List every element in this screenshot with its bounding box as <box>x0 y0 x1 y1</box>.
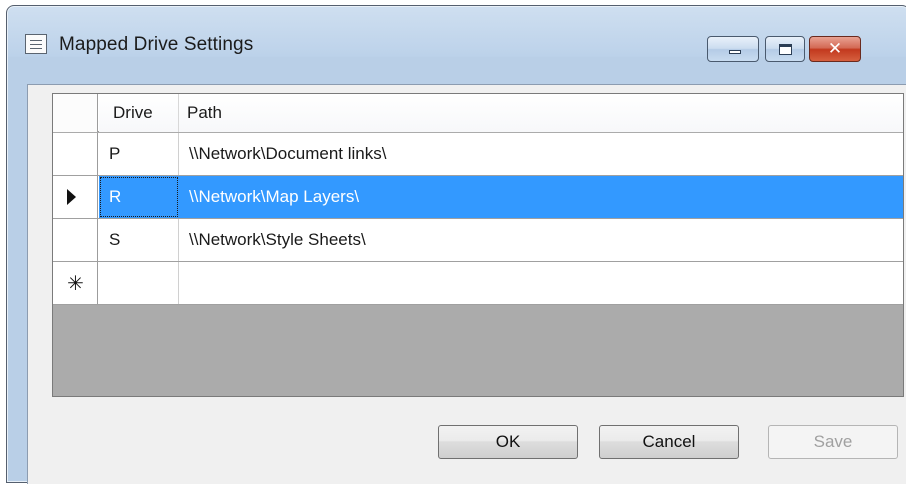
table-row-selected[interactable]: R \\Network\Map Layers\ <box>53 176 903 219</box>
drive-mapping-grid[interactable]: Drive Path P \\Network\Document links\ R… <box>52 93 904 397</box>
grid-header-row: Drive Path <box>53 94 903 132</box>
new-row-asterisk-icon: ✳ <box>67 271 84 295</box>
table-row[interactable]: P \\Network\Document links\ <box>53 133 903 176</box>
row-header[interactable] <box>53 176 98 218</box>
drive-cell[interactable]: P <box>99 133 179 175</box>
path-cell[interactable]: \\Network\Map Layers\ <box>179 176 903 218</box>
drive-cell-empty[interactable] <box>99 262 179 304</box>
path-cell[interactable]: \\Network\Document links\ <box>179 133 903 175</box>
minimize-icon <box>729 50 741 54</box>
maximize-button[interactable] <box>765 36 805 62</box>
title-bar[interactable]: Mapped Drive Settings ✕ <box>7 6 906 84</box>
close-icon: ✕ <box>827 39 843 59</box>
drive-cell[interactable]: S <box>99 219 179 261</box>
new-row[interactable]: ✳ <box>53 262 903 305</box>
window-title: Mapped Drive Settings <box>59 34 254 55</box>
header-corner-cell[interactable] <box>53 94 98 132</box>
table-row[interactable]: S \\Network\Style Sheets\ <box>53 219 903 262</box>
maximize-icon <box>779 44 792 55</box>
cancel-button[interactable]: Cancel <box>599 425 739 459</box>
dialog-client-area: Drive Path P \\Network\Document links\ R… <box>27 84 906 484</box>
drive-cell[interactable]: R <box>99 176 179 218</box>
path-cell[interactable]: \\Network\Style Sheets\ <box>179 219 903 261</box>
row-pointer-icon <box>67 189 76 205</box>
column-header-path[interactable]: Path <box>179 94 903 132</box>
path-cell-empty[interactable] <box>179 262 903 304</box>
grid-empty-area <box>53 305 903 396</box>
row-header[interactable] <box>53 133 98 175</box>
form-window-icon <box>25 34 47 54</box>
row-header[interactable]: ✳ <box>53 262 98 304</box>
minimize-button[interactable] <box>707 36 759 62</box>
ok-button[interactable]: OK <box>438 425 578 459</box>
column-header-drive[interactable]: Drive <box>99 94 179 132</box>
row-header[interactable] <box>53 219 98 261</box>
close-button[interactable]: ✕ <box>809 36 861 62</box>
save-button[interactable]: Save <box>768 425 898 459</box>
mapped-drive-settings-window: Mapped Drive Settings ✕ Drive Path P \\N… <box>6 5 906 484</box>
